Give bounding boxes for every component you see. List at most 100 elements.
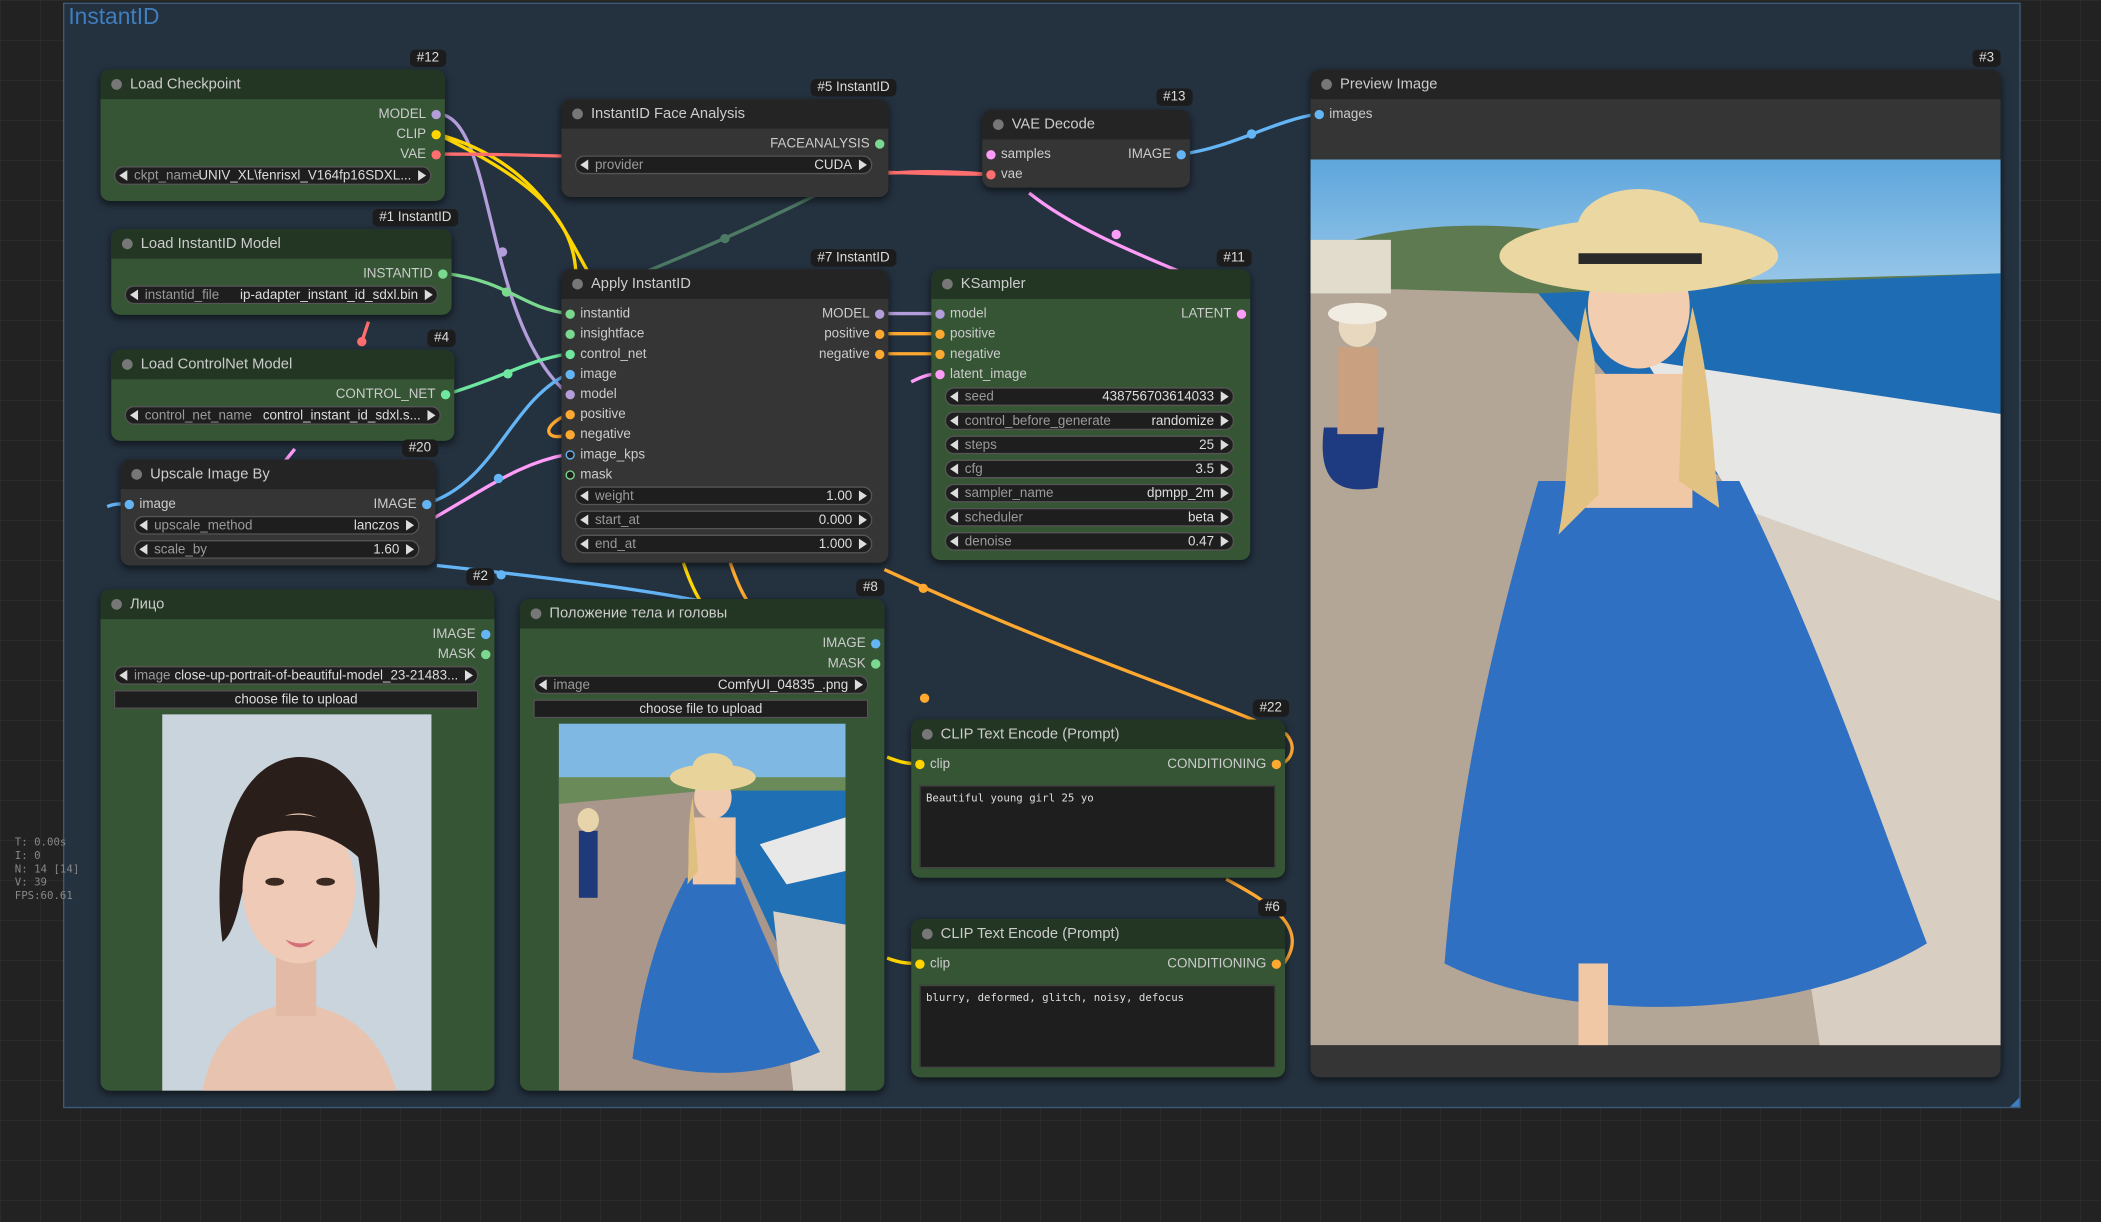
- input-insightface-slot[interactable]: [565, 329, 575, 340]
- arrow-left-icon[interactable]: [580, 490, 589, 502]
- collapse-dot[interactable]: [992, 119, 1004, 130]
- output-model-slot[interactable]: [875, 309, 885, 319]
- collapse-dot[interactable]: [942, 278, 953, 290]
- prompt-textarea[interactable]: blurry, deformed, glitch, noisy, defocus: [919, 984, 1276, 1068]
- collapse-dot[interactable]: [1321, 79, 1332, 90]
- arrow-right-icon[interactable]: [1220, 487, 1229, 499]
- arrow-left-icon[interactable]: [950, 439, 959, 451]
- input-clip-slot[interactable]: [915, 959, 925, 969]
- output-conditioning-slot[interactable]: [1271, 759, 1282, 770]
- sampler-name-widget[interactable]: sampler_name dpmpp_2m: [944, 483, 1235, 503]
- scheduler-widget[interactable]: scheduler beta: [944, 507, 1235, 527]
- instantid-file-widget[interactable]: instantid_file ip-adapter_instant_id_sdxl…: [124, 285, 439, 305]
- node-load-image-pose[interactable]: Положение тела и головы IMAGE MASK image…: [519, 598, 885, 1091]
- start-at-widget[interactable]: start_at 0.000: [574, 510, 873, 530]
- arrow-left-icon[interactable]: [119, 670, 128, 681]
- input-clip-slot[interactable]: [915, 759, 925, 770]
- node-header[interactable]: Upscale Image By: [120, 459, 436, 490]
- arrow-left-icon[interactable]: [580, 159, 589, 171]
- input-image-slot[interactable]: [565, 369, 575, 380]
- node-load-controlnet[interactable]: Load ControlNet Model CONTROL_NET contro…: [111, 349, 455, 441]
- collapse-dot[interactable]: [111, 598, 122, 610]
- output-mask-slot[interactable]: [481, 649, 491, 660]
- node-face-analysis[interactable]: InstantID Face Analysis FACEANALYSIS pro…: [561, 99, 889, 197]
- node-preview-image[interactable]: Preview Image images: [1310, 69, 2001, 1078]
- input-image-slot[interactable]: [124, 499, 134, 510]
- output-image-slot[interactable]: [871, 639, 881, 649]
- upscale-method-widget[interactable]: upscale_method lanczos: [134, 515, 420, 535]
- input-samples-slot[interactable]: [986, 150, 996, 160]
- input-positive-slot[interactable]: [935, 329, 945, 340]
- control-before-generate-widget[interactable]: control_before_generate randomize: [944, 411, 1235, 431]
- node-header[interactable]: Положение тела и головы: [519, 598, 885, 629]
- collapse-dot[interactable]: [572, 278, 583, 290]
- input-control-net-slot[interactable]: [565, 349, 575, 360]
- control-net-name-widget[interactable]: control_net_name control_instant_id_sdxl.…: [124, 406, 441, 425]
- arrow-right-icon[interactable]: [1220, 511, 1229, 523]
- arrow-right-icon[interactable]: [1220, 415, 1229, 427]
- denoise-widget[interactable]: denoise 0.47: [944, 531, 1235, 551]
- output-image-slot[interactable]: [481, 629, 491, 640]
- weight-widget[interactable]: weight 1.00: [574, 486, 873, 506]
- seed-widget[interactable]: seed 438756703614033: [944, 387, 1235, 407]
- collapse-dot[interactable]: [530, 608, 542, 620]
- arrow-left-icon[interactable]: [119, 170, 128, 181]
- arrow-right-icon[interactable]: [427, 410, 436, 421]
- collapse-dot[interactable]: [572, 108, 583, 120]
- output-latent-slot[interactable]: [1236, 309, 1247, 319]
- arrow-right-icon[interactable]: [1220, 463, 1229, 475]
- arrow-left-icon[interactable]: [580, 514, 589, 526]
- arrow-left-icon[interactable]: [950, 487, 959, 499]
- arrow-left-icon[interactable]: [139, 519, 148, 531]
- output-negative-slot[interactable]: [875, 349, 885, 360]
- node-header[interactable]: CLIP Text Encode (Prompt): [911, 919, 1286, 949]
- collapse-dot[interactable]: [121, 238, 133, 250]
- arrow-left-icon[interactable]: [129, 410, 139, 421]
- arrow-right-icon[interactable]: [424, 289, 433, 301]
- node-header[interactable]: Load ControlNet Model: [111, 349, 455, 380]
- image-select-widget[interactable]: image close-up-portrait-of-beautiful-mode…: [113, 665, 479, 685]
- upload-button[interactable]: choose file to upload: [533, 699, 869, 719]
- arrow-right-icon[interactable]: [406, 519, 415, 531]
- node-vae-decode[interactable]: VAE Decode samples vae IMAGE: [982, 109, 1190, 188]
- arrow-left-icon[interactable]: [950, 511, 959, 523]
- output-mask-slot[interactable]: [871, 659, 881, 669]
- arrow-right-icon[interactable]: [464, 670, 474, 681]
- node-header[interactable]: KSampler: [931, 269, 1251, 299]
- arrow-left-icon[interactable]: [129, 289, 139, 301]
- node-load-instantid[interactable]: Load InstantID Model INSTANTID instantid…: [111, 229, 452, 315]
- arrow-left-icon[interactable]: [950, 463, 959, 475]
- collapse-dot[interactable]: [111, 79, 122, 90]
- arrow-right-icon[interactable]: [1220, 536, 1229, 547]
- arrow-right-icon[interactable]: [406, 544, 415, 555]
- arrow-right-icon[interactable]: [1220, 439, 1229, 451]
- steps-widget[interactable]: steps 25: [944, 435, 1235, 455]
- output-control-net-slot[interactable]: [440, 389, 451, 400]
- node-header[interactable]: Apply InstantID: [561, 269, 889, 299]
- arrow-right-icon[interactable]: [858, 514, 867, 526]
- input-negative-slot[interactable]: [565, 430, 575, 440]
- collapse-dot[interactable]: [121, 359, 133, 370]
- arrow-right-icon[interactable]: [854, 679, 863, 691]
- input-mask-slot[interactable]: [565, 470, 575, 480]
- input-vae-slot[interactable]: [986, 170, 996, 180]
- prompt-textarea[interactable]: Beautiful young girl 25 yo: [919, 785, 1276, 869]
- arrow-left-icon[interactable]: [950, 415, 959, 427]
- node-header[interactable]: Load Checkpoint: [100, 69, 445, 100]
- input-negative-slot[interactable]: [935, 349, 945, 360]
- input-positive-slot[interactable]: [565, 410, 575, 420]
- image-select-widget[interactable]: image ComfyUI_04835_.png: [533, 675, 869, 695]
- ckpt-name-widget[interactable]: ckpt_name UNIV_XL\fenrisxl_V164fp16SDXL..…: [113, 166, 432, 185]
- output-instantid-slot[interactable]: [438, 269, 448, 279]
- node-header[interactable]: CLIP Text Encode (Prompt): [911, 719, 1286, 750]
- upload-button[interactable]: choose file to upload: [113, 690, 479, 709]
- node-ksampler[interactable]: KSampler model positive negative latent_…: [931, 269, 1251, 561]
- arrow-right-icon[interactable]: [858, 159, 867, 171]
- collapse-dot[interactable]: [921, 928, 933, 940]
- node-load-checkpoint[interactable]: Load Checkpoint MODEL CLIP VAE ckpt_name…: [100, 69, 445, 202]
- end-at-widget[interactable]: end_at 1.000: [574, 534, 873, 554]
- arrow-right-icon[interactable]: [1220, 391, 1229, 402]
- canvas[interactable]: InstantID Load Checkpoint MODEL CLIP VAE…: [0, 0, 2101, 1222]
- arrow-left-icon[interactable]: [538, 679, 547, 691]
- provider-widget[interactable]: provider CUDA: [574, 155, 873, 175]
